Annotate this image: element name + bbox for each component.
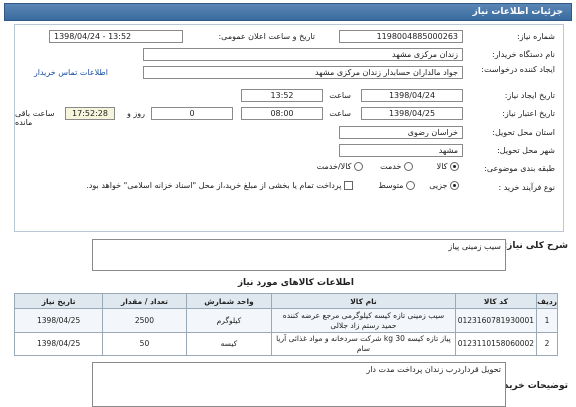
province-label: استان محل تحویل: (492, 128, 555, 137)
cell-item-code: 0123110158060002 (454, 332, 538, 356)
cell-need-date: 1398/04/25 (13, 308, 104, 333)
remaining-time-field: 17:52:28 (65, 107, 115, 120)
radio-icon[interactable] (354, 162, 363, 171)
creator-label: ایجاد کننده درخواست: (481, 65, 555, 74)
cell-quantity: 2500 (102, 308, 187, 333)
category-option-both-label: کالا/خدمت (316, 162, 352, 171)
category-option-goods-label: کالا (436, 162, 448, 171)
need-number-label: شماره نیاز: (517, 32, 555, 41)
radio-selected-icon[interactable] (450, 181, 459, 190)
buyer-org-label: نام دستگاه خریدار: (492, 50, 555, 59)
creator-field: جواد مالداران حسابدار زندان مرکزی مشهد (143, 66, 463, 79)
page-header: جزئیات اطلاعات نیاز (4, 3, 572, 21)
col-need-date: تاریخ نیاز (13, 293, 104, 309)
items-title: اطلاعات کالاهای مورد نیاز (237, 278, 354, 288)
checkbox-icon[interactable] (344, 181, 353, 190)
remaining-label: ساعت باقی مانده (15, 109, 55, 127)
category-label: طبقه بندی موضوعی: (484, 164, 555, 173)
buyer-notes-value: تحویل قرداردرب زندان پرداخت مدت دار (366, 365, 501, 374)
radio-selected-icon[interactable] (450, 162, 459, 171)
col-quantity: تعداد / مقدار (102, 293, 187, 309)
general-desc-field: سیب زمینی پیاز (92, 239, 506, 271)
buyer-notes-field: تحویل قرداردرب زندان پرداخت مدت دار (92, 362, 506, 407)
process-label: نوع فرآیند خرید : (498, 183, 555, 192)
details-panel: شماره نیاز: 1198004885000263 تاریخ و ساع… (14, 24, 564, 232)
category-option-service-label: خدمت (380, 162, 402, 171)
days-field: 0 (151, 107, 233, 120)
table-row: 2 0123110158060002 پیاز تازه کیسه 30 kg … (13, 332, 558, 356)
payment-checkbox[interactable]: پرداخت تمام یا بخشی از مبلغ خرید،از محل … (86, 181, 353, 190)
cell-unit: کیلوگرم (185, 308, 273, 333)
deadline-date-field: 1398/04/25 (361, 107, 463, 120)
items-table: ردیف کد کالا نام کالا واحد شمارش تعداد /… (13, 293, 558, 356)
need-number-field: 1198004885000263 (339, 30, 463, 43)
cell-item-name: سیب زمینی تازه کیسه کیلوگرمی مرجع عرضه ک… (271, 308, 456, 333)
city-field: مشهد (339, 144, 463, 157)
col-unit: واحد شمارش (185, 293, 273, 309)
created-time-field: 13:52 (241, 89, 323, 102)
announce-label: تاریخ و ساعت اعلان عمومی: (218, 32, 315, 41)
col-item-code: کد کالا (454, 293, 538, 309)
page-title: جزئیات اطلاعات نیاز (472, 7, 563, 17)
cell-row-number: 1 (536, 308, 558, 333)
days-label: روز و (127, 109, 145, 118)
category-option-both[interactable]: کالا/خدمت (317, 162, 363, 171)
process-option-medium-label: متوسط (378, 181, 404, 190)
deadline-time-field: 08:00 (241, 107, 323, 120)
deadline-label: تاریخ اعتبار نیاز: (502, 109, 555, 118)
created-date-field: 1398/04/24 (361, 89, 463, 102)
process-option-minor-label: جزیی (429, 181, 448, 190)
cell-item-code: 0123160781930001 (454, 308, 538, 333)
cell-item-name: پیاز تازه کیسه 30 kg شرکت سردخانه و مواد… (271, 332, 456, 356)
payment-note: پرداخت تمام یا بخشی از مبلغ خرید،از محل … (86, 181, 342, 190)
buyer-org-field: زندان مرکزی مشهد (143, 48, 463, 61)
table-row: 1 0123160781930001 سیب زمینی تازه کیسه ک… (13, 308, 558, 333)
city-label: شهر محل تحویل: (497, 146, 555, 155)
announce-field: 1398/04/24 - 13:52 (49, 30, 183, 43)
deadline-time-label: ساعت (329, 109, 351, 118)
cell-unit: کیسه (185, 332, 273, 356)
category-option-goods[interactable]: کالا (437, 162, 459, 171)
radio-icon[interactable] (404, 162, 413, 171)
province-field: خراسان رضوی (339, 126, 463, 139)
category-option-service[interactable]: خدمت (380, 162, 413, 171)
cell-need-date: 1398/04/25 (13, 332, 104, 356)
general-desc-value: سیب زمینی پیاز (448, 242, 501, 251)
created-time-label: ساعت (329, 91, 351, 100)
process-option-medium[interactable]: متوسط (378, 181, 415, 190)
items-header-row: ردیف کد کالا نام کالا واحد شمارش تعداد /… (13, 293, 558, 309)
col-row-number: ردیف (536, 293, 558, 309)
buyer-contact-link[interactable]: اطلاعات تماس خریدار (34, 68, 108, 77)
created-date-label: تاریخ ایجاد نیاز: (504, 91, 555, 100)
general-desc-label: شرح کلی نیاز: (503, 241, 568, 251)
cell-row-number: 2 (536, 332, 558, 356)
col-item-name: نام کالا (271, 293, 456, 309)
process-option-minor[interactable]: جزیی (429, 181, 459, 190)
radio-icon[interactable] (406, 181, 415, 190)
cell-quantity: 50 (102, 332, 187, 356)
